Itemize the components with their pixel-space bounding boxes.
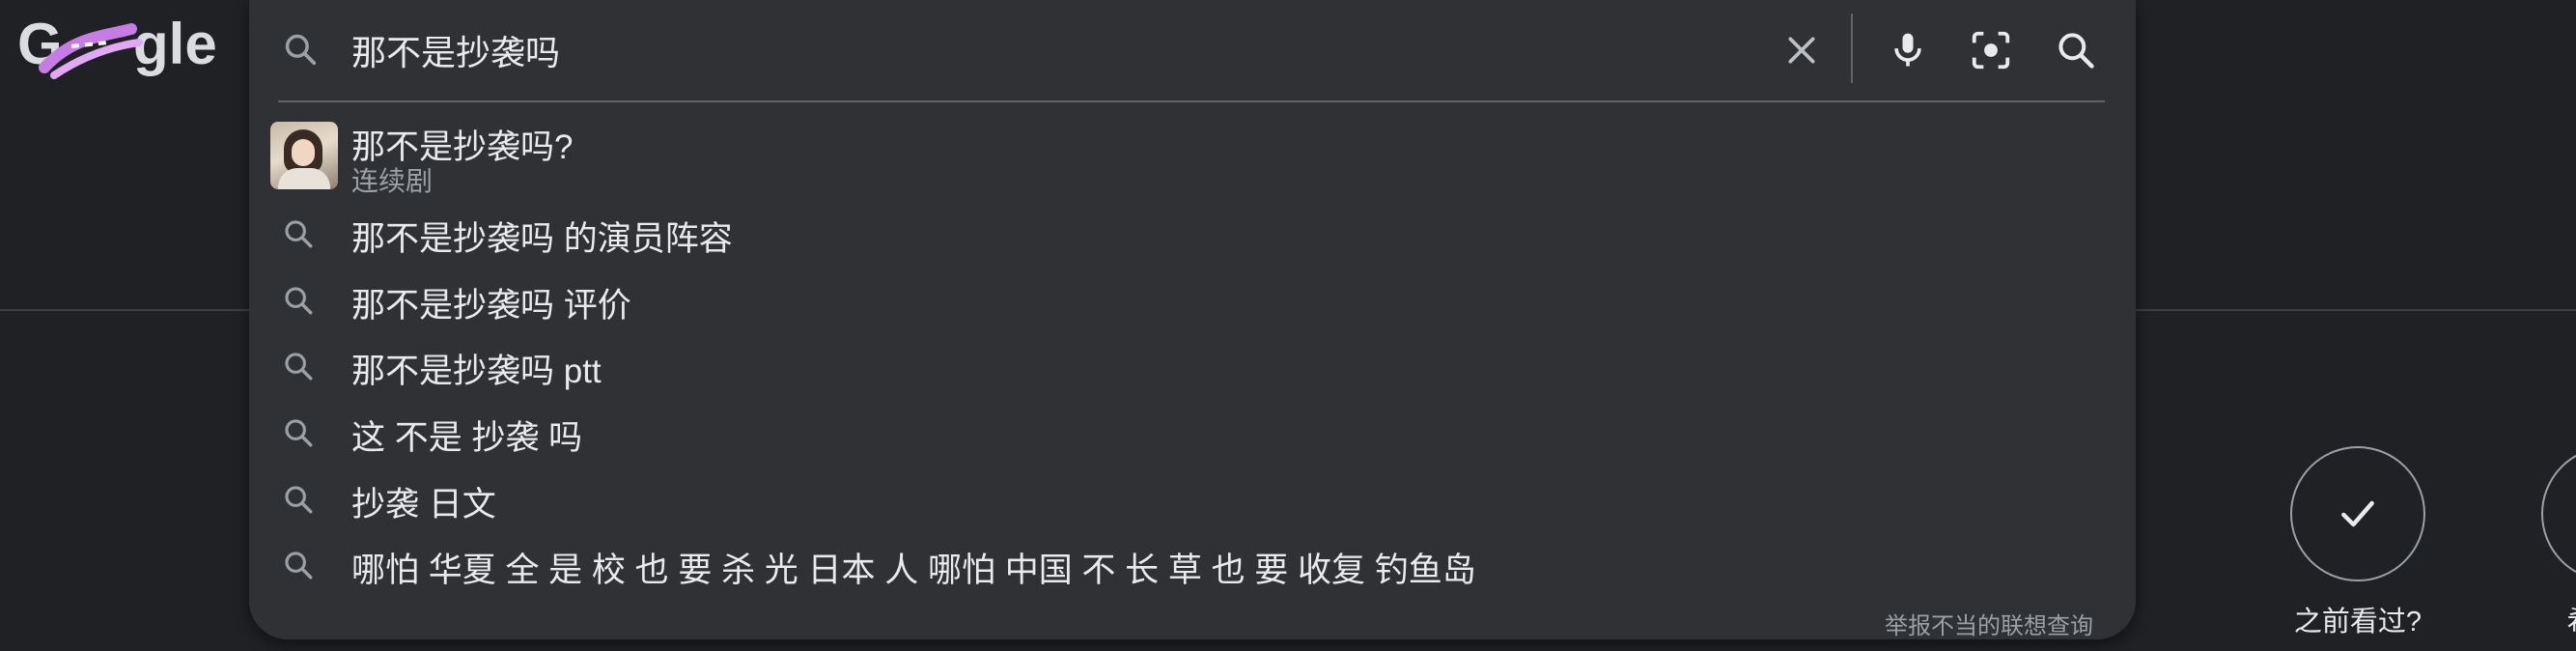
suggestion-text: 抄袭 日文: [351, 485, 496, 524]
google-doodle-logo[interactable]: G gle: [15, 8, 218, 85]
search-icon: [285, 552, 313, 580]
search-icon: [285, 419, 313, 447]
suggestion-list: 那不是抄袭吗 的演员阵容 那不是抄袭吗 评价 那不是抄袭吗 ptt 这 不是 抄…: [249, 200, 2136, 598]
suggestion-text: 哪怕 华夏 全 是 校 也 要 杀 光 日本 人 哪怕 中国 不 长 草 也 要…: [351, 552, 1476, 590]
microphone-icon: [1894, 33, 1921, 67]
suggestion-item[interactable]: 那不是抄袭吗 的演员阵容: [249, 200, 2136, 267]
watched-before-button[interactable]: 之前看过?: [2252, 446, 2464, 639]
camera-lens-icon: [1972, 31, 2010, 70]
watch-actions: 之前看过? 希望观: [2163, 446, 2576, 637]
suggestion-text: 那不是抄袭吗 评价: [351, 286, 631, 325]
suggestion-thumbnail: [270, 122, 338, 189]
suggestion-item[interactable]: 抄袭 日文: [249, 466, 2136, 532]
suggestion-item[interactable]: 那不是抄袭吗 ptt: [249, 332, 2136, 399]
suggestion-text: 那不是抄袭吗 ptt: [351, 353, 602, 391]
search-icon: [2058, 33, 2094, 69]
want-to-watch-button[interactable]: 希望观: [2503, 446, 2576, 639]
svg-text:gle: gle: [133, 12, 217, 76]
search-bar-separator: [1851, 14, 1853, 83]
suggestion-item[interactable]: 那不是抄袭吗 评价: [249, 267, 2136, 333]
search-icon: [285, 34, 317, 66]
suggestion-item[interactable]: 这 不是 抄袭 吗: [249, 399, 2136, 466]
search-bar: 那不是抄袭吗: [249, 0, 2136, 100]
suggestion-item[interactable]: 哪怕 华夏 全 是 校 也 要 杀 光 日本 人 哪怕 中国 不 长 草 也 要…: [249, 531, 2136, 598]
want-to-watch-label: 希望观: [2503, 599, 2576, 639]
report-predictions-link[interactable]: 举报不当的联想查询: [1885, 607, 2093, 640]
search-icon: [285, 486, 313, 514]
search-submit-button[interactable]: [2049, 23, 2103, 77]
suggestion-entity-subtitle: 连续剧: [351, 166, 434, 196]
suggestion-text: 这 不是 抄袭 吗: [351, 419, 583, 458]
suggestion-entity[interactable]: 那不是抄袭吗? 连续剧: [249, 114, 2136, 196]
search-icon: [285, 220, 313, 248]
search-input[interactable]: 那不是抄袭吗: [351, 25, 560, 75]
voice-search-button[interactable]: [1881, 23, 1935, 77]
suggestion-text: 那不是抄袭吗 的演员阵容: [351, 220, 733, 258]
checkmark-icon: [2341, 500, 2374, 527]
search-dropdown: 那不是抄袭吗 那不是抄袭吗? 连续剧 那不是抄袭吗 的演员阵容 那不是抄袭吗 评…: [249, 0, 2136, 639]
image-search-button[interactable]: [1964, 23, 2018, 77]
search-icon: [285, 287, 313, 315]
close-icon: [1788, 37, 1815, 64]
watched-before-label: 之前看过?: [2293, 607, 2422, 637]
clear-search-button[interactable]: [1778, 27, 1825, 73]
search-dropdown-separator: [278, 100, 2105, 102]
search-icon: [285, 353, 313, 381]
